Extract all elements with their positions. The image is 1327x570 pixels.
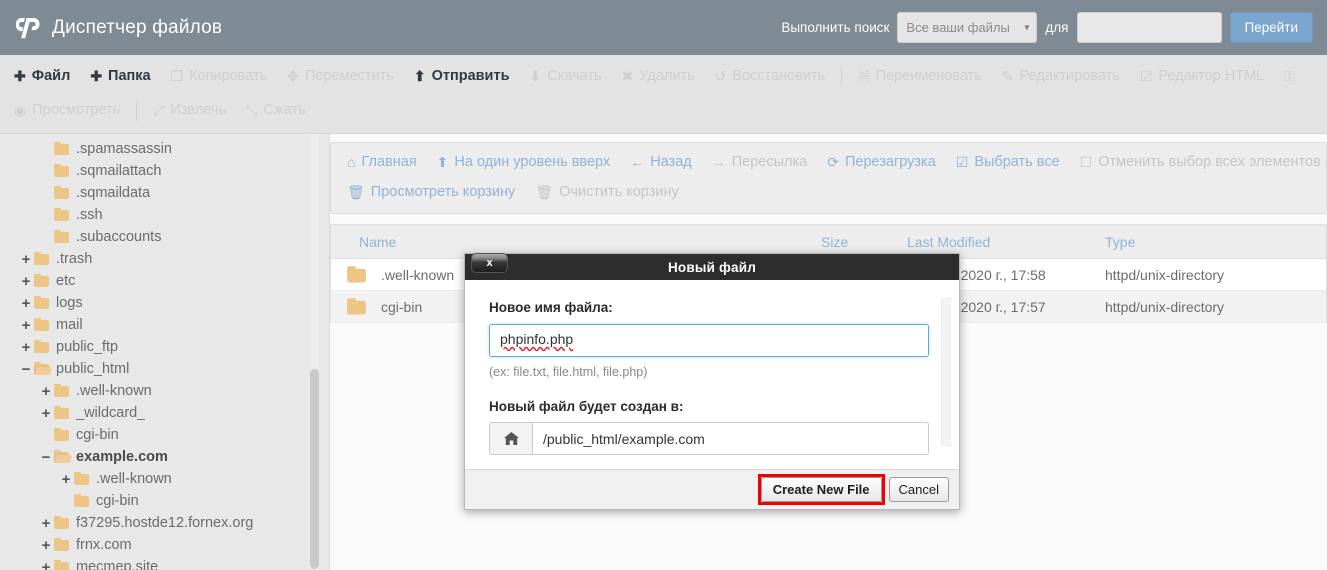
new-file-name-input[interactable] (489, 324, 929, 357)
folder-icon (54, 561, 69, 570)
new-file-name-label: Новое имя файла: (489, 300, 935, 315)
modal-overlay: x Новый файл Новое имя файла: phpinfo.ph… (0, 0, 1327, 556)
dialog-scrollbar[interactable] (941, 298, 951, 446)
cancel-button[interactable]: Cancel (889, 477, 949, 502)
create-button-highlight: Create New File (758, 474, 885, 505)
expand-icon[interactable]: + (38, 560, 54, 570)
target-path-group (489, 422, 929, 455)
target-path-label: Новый файл будет создан в: (489, 399, 935, 414)
new-file-dialog: x Новый файл Новое имя файла: phpinfo.ph… (464, 253, 960, 510)
home-icon (489, 422, 532, 455)
dialog-footer: Create New File Cancel (465, 469, 959, 509)
tree-item-mecmep.site[interactable]: + mecmep.site (0, 556, 329, 570)
target-path-input[interactable] (532, 422, 929, 455)
dialog-titlebar: x Новый файл (465, 254, 959, 280)
dialog-body: Новое имя файла: phpinfo.php (ex: file.t… (465, 280, 959, 469)
tree-item-label: mecmep.site (76, 559, 158, 570)
close-icon[interactable]: x (471, 253, 508, 273)
create-new-file-button[interactable]: Create New File (761, 477, 882, 502)
new-file-name-hint: (ex: file.txt, file.html, file.php) (489, 365, 935, 379)
dialog-title: Новый файл (668, 260, 756, 275)
